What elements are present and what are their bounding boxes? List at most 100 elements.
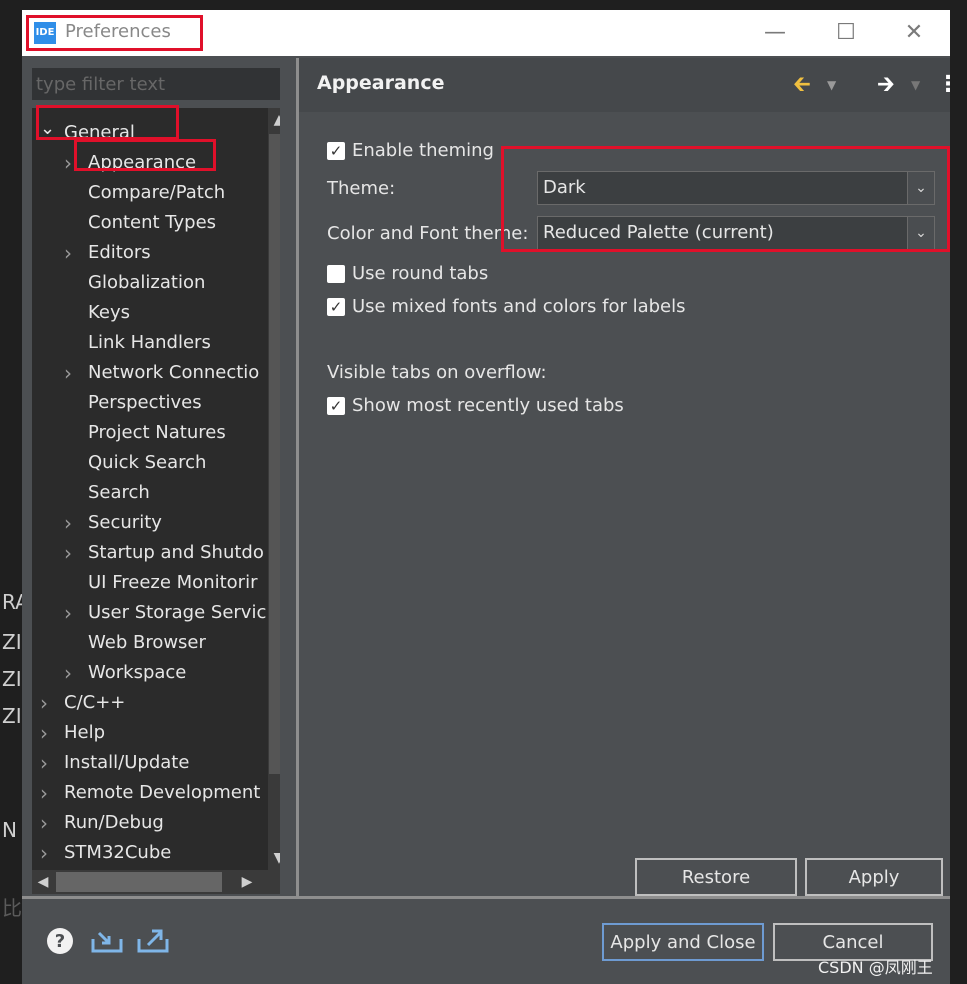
tree-item[interactable]: UI Freeze Monitorir bbox=[32, 568, 268, 598]
checkbox-checked-icon[interactable]: ✓ bbox=[327, 298, 345, 316]
scroll-right-icon[interactable]: ▶ bbox=[236, 870, 258, 894]
tree-item-label: Remote Development bbox=[64, 782, 261, 803]
tree-item-label: Search bbox=[88, 482, 150, 503]
chevron-right-icon[interactable]: › bbox=[64, 148, 78, 178]
chevron-down-icon[interactable]: ⌄ bbox=[907, 217, 934, 249]
restore-defaults-button[interactable]: Restore Defaults bbox=[635, 858, 797, 922]
tree-item-label: Compare/Patch bbox=[88, 182, 226, 203]
scroll-left-icon[interactable]: ◀ bbox=[32, 870, 54, 894]
tree-item[interactable]: › Help bbox=[32, 718, 268, 748]
checkbox-checked-icon[interactable]: ✓ bbox=[327, 142, 345, 160]
maximize-icon[interactable]: ☐ bbox=[831, 18, 861, 48]
forward-arrow-icon[interactable]: 🡲 bbox=[877, 70, 895, 100]
tree-item-label: UI Freeze Monitorir bbox=[88, 572, 258, 593]
tree-item[interactable]: › User Storage Servic bbox=[32, 598, 268, 628]
tree-item[interactable]: › Editors bbox=[32, 238, 268, 268]
tree-item[interactable]: › Startup and Shutdo bbox=[32, 538, 268, 568]
chevron-right-icon[interactable]: › bbox=[40, 688, 54, 718]
tree-item-label: Web Browser bbox=[88, 632, 206, 653]
tree-item-label: Link Handlers bbox=[88, 332, 211, 353]
tree-item[interactable]: › Workspace bbox=[32, 658, 268, 688]
page-title: Appearance bbox=[317, 72, 445, 94]
tree-item[interactable]: Quick Search bbox=[32, 448, 268, 478]
background-text: 比 bbox=[2, 896, 22, 920]
chevron-right-icon[interactable]: › bbox=[40, 778, 54, 808]
apply-button[interactable]: Apply bbox=[805, 858, 943, 896]
tree-item[interactable]: › Security bbox=[32, 508, 268, 538]
chevron-right-icon[interactable]: › bbox=[40, 808, 54, 838]
tree-item[interactable]: Globalization bbox=[32, 268, 268, 298]
minimize-icon[interactable]: — bbox=[760, 18, 790, 48]
visible-tabs-label: Visible tabs on overflow: bbox=[327, 362, 547, 383]
tree-item-label: Appearance bbox=[88, 152, 197, 173]
chevron-right-icon[interactable]: › bbox=[40, 838, 54, 868]
close-icon[interactable]: ✕ bbox=[899, 18, 929, 48]
chevron-right-icon[interactable]: › bbox=[64, 598, 78, 628]
back-arrow-icon[interactable]: 🡰 bbox=[793, 70, 811, 100]
apply-and-close-button[interactable]: Apply and Close bbox=[602, 923, 764, 961]
view-menu-icon[interactable]: ⋮ bbox=[937, 70, 959, 100]
preferences-dialog: IDE Preferences — ☐ ✕ ⌄General›Appearanc… bbox=[22, 10, 959, 984]
tree-item-label: Workspace bbox=[88, 662, 187, 683]
help-icon[interactable]: ? bbox=[46, 927, 74, 955]
filter-input[interactable] bbox=[32, 68, 280, 100]
scroll-thumb[interactable] bbox=[56, 872, 222, 892]
scroll-thumb[interactable] bbox=[269, 134, 280, 774]
preferences-tree: ⌄ General › Appearance Compare/Patch Content … bbox=[32, 108, 280, 894]
tree-item[interactable]: › C/C++ bbox=[32, 688, 268, 718]
color-font-theme-select[interactable]: Reduced Palette (current) ⌄ bbox=[537, 216, 935, 250]
tree-item[interactable]: Search bbox=[32, 478, 268, 508]
appearance-page: ✓ Enable theming Theme: Dark ⌄ Color and… bbox=[299, 112, 950, 922]
tree-item[interactable]: Link Handlers bbox=[32, 328, 268, 358]
checkbox-checked-icon[interactable]: ✓ bbox=[327, 397, 345, 415]
scroll-down-icon[interactable]: ▼ bbox=[268, 846, 280, 870]
tree-item-label: Keys bbox=[88, 302, 131, 323]
chevron-right-icon[interactable]: › bbox=[64, 238, 78, 268]
color-font-theme-label: Color and Font theme: bbox=[327, 223, 529, 244]
tree-item[interactable]: Perspectives bbox=[32, 388, 268, 418]
back-menu-chevron-icon[interactable]: ▼ bbox=[827, 70, 836, 100]
tree-item[interactable]: › Install/Update bbox=[32, 748, 268, 778]
tree-item[interactable]: Project Natures bbox=[32, 418, 268, 448]
import-icon[interactable] bbox=[90, 927, 124, 955]
chevron-right-icon[interactable]: › bbox=[40, 748, 54, 778]
tree-item[interactable]: Compare/Patch bbox=[32, 178, 268, 208]
tree-item-label: User Storage Servic bbox=[88, 602, 267, 623]
scroll-up-icon[interactable]: ▲ bbox=[268, 108, 280, 132]
forward-menu-chevron-icon[interactable]: ▼ bbox=[911, 70, 920, 100]
tree-item-label: Editors bbox=[88, 242, 151, 263]
tree-horizontal-scrollbar[interactable]: ◀ ▶ bbox=[32, 870, 280, 894]
chevron-right-icon[interactable]: › bbox=[64, 508, 78, 538]
tree-item[interactable]: › Remote Development bbox=[32, 778, 268, 808]
chevron-right-icon[interactable]: › bbox=[40, 718, 54, 748]
tree-item[interactable]: Content Types bbox=[32, 208, 268, 238]
background-text: ZI bbox=[2, 667, 22, 691]
theme-select[interactable]: Dark ⌄ bbox=[537, 171, 935, 205]
chevron-right-icon[interactable]: › bbox=[64, 538, 78, 568]
tree-item[interactable]: › Appearance bbox=[32, 148, 268, 178]
export-icon[interactable] bbox=[136, 925, 170, 955]
background-text: N bbox=[2, 818, 17, 842]
checkbox-unchecked-icon[interactable] bbox=[327, 265, 345, 283]
title-bar[interactable]: IDE Preferences — ☐ ✕ bbox=[22, 10, 950, 56]
tree-item-label: C/C++ bbox=[64, 692, 126, 713]
tree-item[interactable]: ⌄ General bbox=[32, 118, 268, 148]
tree-item[interactable]: › Run/Debug bbox=[32, 808, 268, 838]
title-highlight-box bbox=[26, 15, 203, 51]
chevron-right-icon[interactable]: › bbox=[64, 658, 78, 688]
tree-item-label: Install/Update bbox=[64, 752, 190, 773]
tree-item[interactable]: Keys bbox=[32, 298, 268, 328]
tree-item-label: General bbox=[64, 122, 135, 143]
chevron-right-icon[interactable]: › bbox=[64, 358, 78, 388]
chevron-down-icon[interactable]: ⌄ bbox=[40, 114, 55, 144]
tree-vertical-scrollbar[interactable]: ▲ ▼ bbox=[268, 108, 280, 870]
tree-item-label: Globalization bbox=[88, 272, 206, 293]
tree-item[interactable]: › Network Connectio bbox=[32, 358, 268, 388]
tree-item-label: STM32Cube bbox=[64, 842, 172, 863]
tree-item[interactable]: Web Browser bbox=[32, 628, 268, 658]
tree-item[interactable]: › STM32Cube bbox=[32, 838, 268, 868]
background-text: ZI bbox=[2, 704, 22, 728]
tree-list: ⌄ General › Appearance Compare/Patch Content … bbox=[32, 108, 268, 870]
tree-item-label: Network Connectio bbox=[88, 362, 260, 383]
chevron-down-icon[interactable]: ⌄ bbox=[907, 172, 934, 204]
